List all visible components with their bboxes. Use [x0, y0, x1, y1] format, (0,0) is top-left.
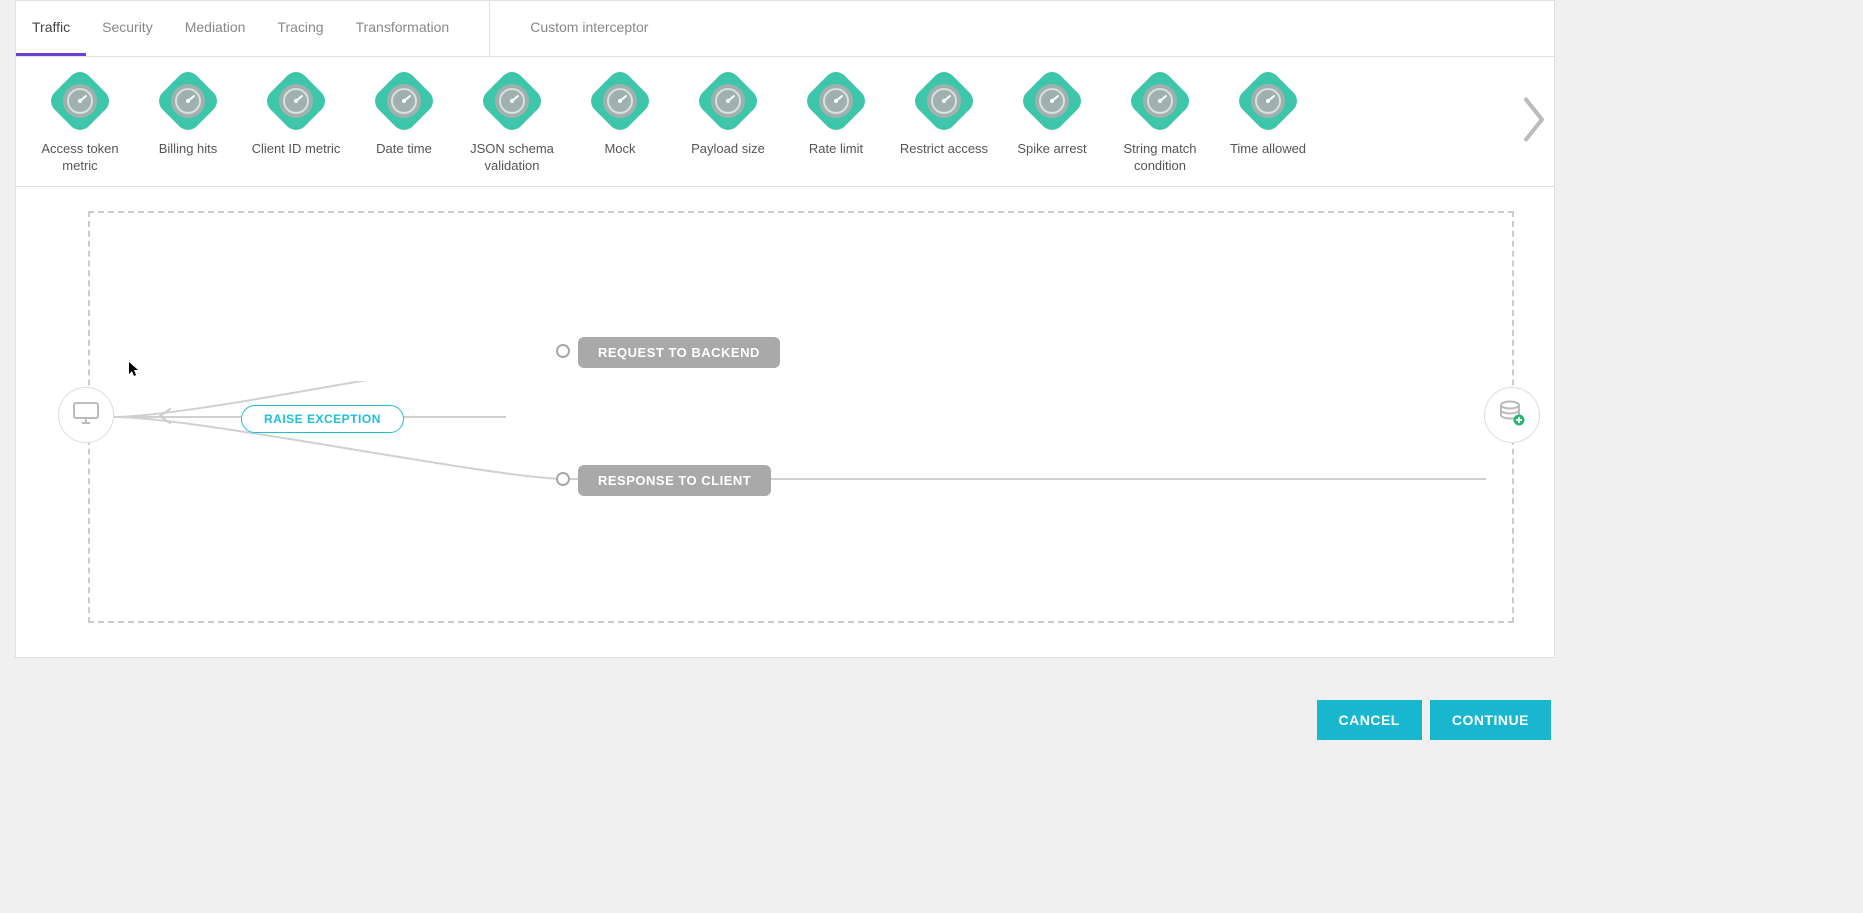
gauge-icon [1018, 67, 1086, 135]
interceptor-item-label: Spike arrest [1017, 141, 1086, 158]
tab-security[interactable]: Security [86, 1, 169, 56]
gauge-icon [154, 67, 222, 135]
interceptor-item-label: Billing hits [159, 141, 218, 158]
interceptor-item[interactable]: Mock [566, 73, 674, 158]
gauge-icon [910, 67, 978, 135]
monitor-icon [73, 402, 99, 429]
interceptor-item[interactable]: Access token metric [26, 73, 134, 175]
interceptor-item[interactable]: Rate limit [782, 73, 890, 158]
interceptor-item-label: JSON schema validation [458, 141, 566, 175]
interceptor-item-label: Time allowed [1230, 141, 1306, 158]
gauge-icon [586, 67, 654, 135]
mouse-cursor-icon [128, 361, 140, 382]
gallery-next-button[interactable] [1520, 95, 1548, 148]
gauge-icon [694, 67, 762, 135]
interceptor-item[interactable]: JSON schema validation [458, 73, 566, 175]
interceptor-item-label: Date time [376, 141, 432, 158]
interceptor-item-label: Access token metric [26, 141, 134, 175]
interceptor-item[interactable]: Restrict access [890, 73, 998, 158]
interceptor-item[interactable]: Client ID metric [242, 73, 350, 158]
interceptor-item-label: Payload size [691, 141, 765, 158]
footer-actions: CANCEL CONTINUE [1317, 700, 1551, 740]
gauge-icon [1126, 67, 1194, 135]
gauge-icon [802, 67, 870, 135]
continue-button[interactable]: CONTINUE [1430, 700, 1551, 740]
backend-node[interactable] [1484, 387, 1540, 443]
raise-exception-button[interactable]: RAISE EXCEPTION [241, 405, 404, 433]
request-drop-point[interactable] [556, 344, 570, 358]
interceptor-item[interactable]: Date time [350, 73, 458, 158]
gauge-icon [478, 67, 546, 135]
interceptor-item-label: String match condition [1106, 141, 1214, 175]
client-node [58, 387, 114, 443]
interceptor-item-label: Client ID metric [252, 141, 341, 158]
response-to-client-label: RESPONSE TO CLIENT [578, 465, 771, 496]
tab-mediation[interactable]: Mediation [169, 1, 262, 56]
interceptor-panel: Traffic Security Mediation Tracing Trans… [15, 0, 1555, 658]
gauge-icon [262, 67, 330, 135]
tab-custom-interceptor[interactable]: Custom interceptor [514, 1, 664, 56]
gauge-icon [370, 67, 438, 135]
interceptor-item[interactable]: Time allowed [1214, 73, 1322, 158]
cancel-button[interactable]: CANCEL [1317, 700, 1422, 740]
interceptor-item-label: Mock [604, 141, 635, 158]
interceptor-item[interactable]: String match condition [1106, 73, 1214, 175]
tab-separator [489, 1, 490, 56]
interceptor-item-label: Rate limit [809, 141, 863, 158]
gauge-icon [46, 67, 114, 135]
interceptor-item[interactable]: Spike arrest [998, 73, 1106, 158]
response-drop-point[interactable] [556, 472, 570, 486]
exception-arrow-icon [156, 407, 180, 430]
tab-traffic[interactable]: Traffic [16, 1, 86, 56]
tab-tracing[interactable]: Tracing [261, 1, 339, 56]
interceptor-item[interactable]: Billing hits [134, 73, 242, 158]
request-to-backend-label: REQUEST TO BACKEND [578, 337, 780, 368]
gauge-icon [1234, 67, 1302, 135]
database-add-icon [1499, 400, 1525, 431]
tab-bar: Traffic Security Mediation Tracing Trans… [16, 1, 1554, 57]
interceptor-gallery: Access token metric Billing hits Client ID… [16, 57, 1554, 187]
tab-transformation[interactable]: Transformation [340, 1, 466, 56]
interceptor-item-label: Restrict access [900, 141, 988, 158]
interceptor-item[interactable]: Payload size [674, 73, 782, 158]
